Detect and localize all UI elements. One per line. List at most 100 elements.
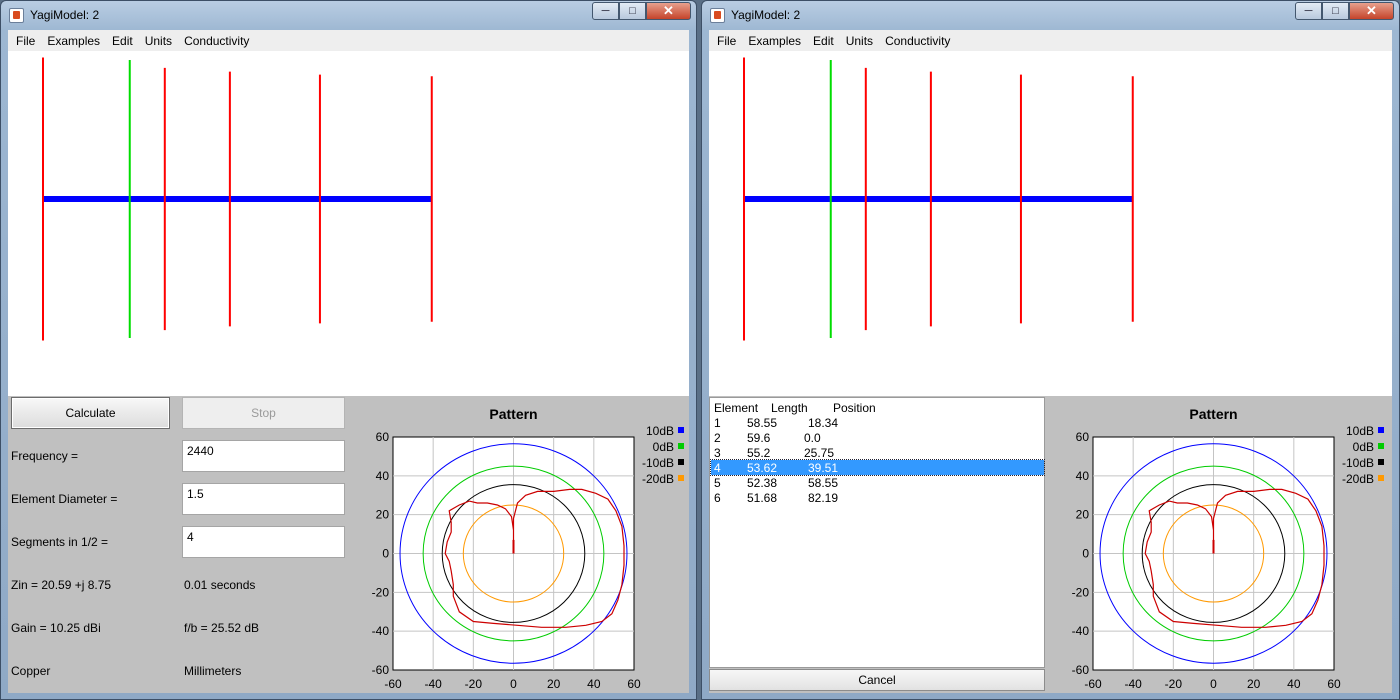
element-table[interactable]: Element Length Position 1 58.55 18.34 2 … — [709, 397, 1045, 668]
legend-label: -10dB — [1342, 456, 1374, 470]
x-tick-label: 60 — [627, 677, 641, 691]
y-tick-label: 0 — [382, 547, 389, 561]
menu-examples[interactable]: Examples — [742, 34, 807, 48]
cell-position: 82.19 — [808, 490, 839, 505]
minimize-button[interactable]: ─ — [1295, 2, 1322, 20]
front-back-readout: f/b = 25.52 dB — [184, 621, 260, 635]
x-tick-label: 20 — [547, 677, 561, 691]
java-app-icon — [710, 8, 725, 23]
y-tick-label: 0 — [1082, 547, 1089, 561]
cell-element: 2 — [714, 430, 721, 445]
cell-position: 58.55 — [808, 475, 839, 490]
legend-swatch — [678, 475, 684, 481]
x-tick-label: 0 — [1210, 677, 1217, 691]
x-tick-label: 60 — [1327, 677, 1341, 691]
cancel-button[interactable]: Cancel — [709, 669, 1045, 691]
menu-examples[interactable]: Examples — [41, 34, 106, 48]
close-button[interactable]: ✕ — [1349, 2, 1394, 20]
menu-units[interactable]: Units — [840, 34, 879, 48]
table-row-selected[interactable]: 4 53.62 39.51 — [710, 459, 1045, 476]
header-length: Length — [771, 400, 808, 415]
conductivity-material: Copper — [11, 664, 51, 678]
header-element: Element — [714, 400, 759, 415]
menu-conductivity[interactable]: Conductivity — [178, 34, 255, 48]
y-tick-label: -40 — [1072, 624, 1090, 638]
x-tick-label: 0 — [510, 677, 517, 691]
cell-position: 18.34 — [808, 415, 839, 430]
calculate-button[interactable]: Calculate — [11, 397, 170, 429]
yagi-window-left: YagiModel: 2 ─ □ ✕ File Examples Edit Un… — [0, 0, 697, 700]
menu-bar: File Examples Edit Units Conductivity — [709, 30, 1392, 51]
window-title: YagiModel: 2 — [731, 8, 801, 22]
chart-title: Pattern — [1189, 406, 1237, 422]
cell-element: 1 — [714, 415, 721, 430]
legend-label: -10dB — [642, 456, 674, 470]
window-title: YagiModel: 2 — [30, 8, 100, 22]
x-tick-label: -60 — [384, 677, 402, 691]
table-row[interactable]: 5 52.38 58.55 — [711, 475, 1044, 490]
legend-label: 0dB — [1353, 440, 1374, 454]
segments-input[interactable]: 4 — [182, 526, 345, 558]
cell-position: 39.51 — [808, 460, 839, 475]
y-tick-label: 60 — [376, 430, 390, 444]
title-bar[interactable]: YagiModel: 2 ─ □ ✕ — [702, 1, 1399, 29]
legend-label: 10dB — [646, 424, 674, 438]
menu-bar: File Examples Edit Units Conductivity — [8, 30, 689, 51]
table-header: Element Length Position — [711, 400, 1044, 415]
y-tick-label: 20 — [376, 508, 390, 522]
window-client: File Examples Edit Units Conductivity El… — [709, 30, 1392, 693]
element-diameter-label: Element Diameter = — [11, 492, 118, 506]
header-position: Position — [833, 400, 876, 415]
minimize-button[interactable]: ─ — [592, 2, 619, 20]
cell-element: 6 — [714, 490, 721, 505]
table-row[interactable]: 2 59.6 0.0 — [711, 430, 1044, 445]
antenna-diagram — [42, 57, 433, 341]
menu-file[interactable]: File — [711, 34, 742, 48]
x-tick-label: -40 — [1124, 677, 1142, 691]
y-tick-label: -60 — [1072, 663, 1090, 677]
y-tick-label: 40 — [376, 469, 390, 483]
legend-swatch — [1378, 475, 1384, 481]
y-tick-label: 20 — [1076, 508, 1090, 522]
y-tick-label: -20 — [1072, 585, 1090, 599]
x-tick-label: -20 — [1165, 677, 1183, 691]
y-tick-label: 40 — [1076, 469, 1090, 483]
pattern-chart: Pattern -60 -40 -20 0 20 40 60 60 40 20 0 -20 -40 -60 1… — [1072, 406, 1384, 691]
title-bar[interactable]: YagiModel: 2 ─ □ ✕ — [1, 1, 696, 29]
table-row[interactable]: 3 55.2 25.75 — [711, 445, 1044, 460]
table-row[interactable]: 6 51.68 82.19 — [711, 490, 1044, 505]
antenna-diagram — [743, 57, 1134, 341]
segments-label: Segments in 1/2 = — [11, 535, 109, 549]
cell-length: 55.2 — [747, 445, 771, 460]
frequency-input[interactable]: 2440 — [182, 440, 345, 472]
cell-length: 59.6 — [747, 430, 771, 445]
stop-button[interactable]: Stop — [182, 397, 345, 429]
cell-length: 53.62 — [747, 460, 778, 475]
table-row[interactable]: 1 58.55 18.34 — [711, 415, 1044, 430]
y-tick-label: -20 — [372, 585, 390, 599]
java-app-icon — [9, 8, 24, 23]
legend-swatch — [1378, 443, 1384, 449]
maximize-button[interactable]: □ — [619, 2, 646, 20]
x-tick-label: 40 — [587, 677, 601, 691]
x-tick-label: -40 — [424, 677, 442, 691]
legend-swatch — [1378, 459, 1384, 465]
cell-element: 4 — [714, 460, 721, 475]
menu-edit[interactable]: Edit — [106, 34, 139, 48]
gain-readout: Gain = 10.25 dBi — [11, 621, 101, 635]
close-button[interactable]: ✕ — [646, 2, 691, 20]
menu-conductivity[interactable]: Conductivity — [879, 34, 956, 48]
antenna-view — [8, 51, 689, 396]
menu-units[interactable]: Units — [139, 34, 178, 48]
cell-position: 25.75 — [804, 445, 835, 460]
x-tick-label: -60 — [1084, 677, 1102, 691]
maximize-button[interactable]: □ — [1322, 2, 1349, 20]
element-diameter-input[interactable]: 1.5 — [182, 483, 345, 515]
menu-file[interactable]: File — [10, 34, 41, 48]
y-tick-label: -40 — [372, 624, 390, 638]
legend-swatch — [678, 459, 684, 465]
menu-edit[interactable]: Edit — [807, 34, 840, 48]
x-tick-label: -20 — [465, 677, 483, 691]
x-tick-label: 40 — [1287, 677, 1301, 691]
cell-length: 52.38 — [747, 475, 778, 490]
